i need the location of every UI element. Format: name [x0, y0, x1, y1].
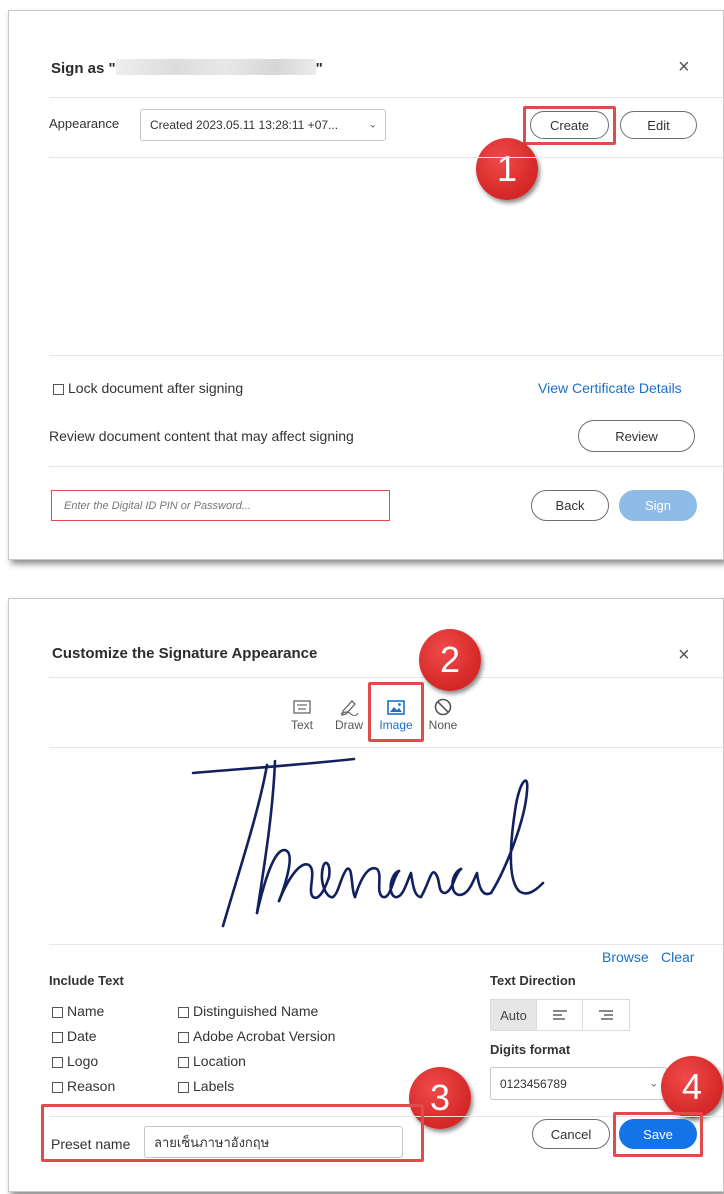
digits-format-heading: Digits format [490, 1042, 571, 1057]
divider [49, 944, 723, 945]
direction-auto-button[interactable]: Auto [491, 1000, 537, 1030]
include-name-checkbox[interactable]: Name [52, 1003, 104, 1019]
checkbox-label: Name [67, 1003, 105, 1019]
signature-image [179, 751, 549, 936]
include-reason-checkbox[interactable]: Reason [52, 1078, 115, 1094]
text-direction-heading: Text Direction [490, 973, 576, 988]
tab-text[interactable]: Text [282, 696, 322, 732]
include-text-heading: Include Text [49, 973, 124, 988]
include-acrobat-version-checkbox[interactable]: Adobe Acrobat Version [178, 1028, 335, 1044]
redacted-name [115, 59, 316, 75]
back-button[interactable]: Back [531, 490, 609, 521]
preset-name-input[interactable]: ลายเซ็นภาษาอังกฤษ [144, 1126, 403, 1158]
keyboard-icon [282, 696, 322, 718]
tab-none[interactable]: None [423, 696, 463, 732]
step-marker-2: 2 [419, 629, 481, 691]
text-direction-segmented: Auto [490, 999, 630, 1031]
appearance-select[interactable]: Created 2023.05.11 13:28:11 +07... ⌄ [140, 109, 386, 141]
include-distinguished-name-checkbox[interactable]: Distinguished Name [178, 1003, 318, 1019]
tab-label: None [428, 718, 458, 732]
title-prefix: Sign as " [51, 60, 116, 77]
tab-label: Text [290, 718, 313, 732]
step-marker-4: 4 [661, 1056, 723, 1118]
appearance-value: Created 2023.05.11 13:28:11 +07... [150, 118, 339, 132]
include-location-checkbox[interactable]: Location [178, 1053, 246, 1069]
sign-button[interactable]: Sign [619, 490, 697, 521]
chevron-down-icon: ⌄ [649, 1078, 658, 1089]
lock-checkbox-row[interactable]: Lock document after signing [53, 380, 243, 396]
tab-draw[interactable]: Draw [329, 696, 369, 732]
step-marker-1: 1 [476, 138, 538, 200]
customize-appearance-dialog: Customize the Signature Appearance × 2 T… [8, 598, 724, 1192]
include-logo-checkbox[interactable]: Logo [52, 1053, 98, 1069]
include-labels-checkbox[interactable]: Labels [178, 1078, 234, 1094]
checkbox-box[interactable] [52, 1081, 63, 1093]
checkbox-label: Reason [67, 1078, 116, 1094]
checkbox-box[interactable] [52, 1056, 63, 1068]
pen-icon [329, 696, 369, 718]
digits-format-select[interactable]: 0123456789 ⌄ [490, 1067, 667, 1100]
checkbox-label: Location [193, 1053, 246, 1069]
lock-checkbox[interactable] [53, 383, 64, 395]
checkbox-label: Date [67, 1028, 97, 1044]
step-marker-3: 3 [409, 1067, 471, 1129]
sign-dialog: Sign as " " × Appearance Created 2023.05.… [8, 10, 724, 560]
checkbox-label: Distinguished Name [193, 1003, 319, 1019]
create-button[interactable]: Create [530, 111, 609, 139]
checkbox-box[interactable] [178, 1056, 189, 1068]
appearance-label: Appearance [49, 116, 120, 131]
review-text: Review document content that may affect … [49, 428, 354, 444]
close-icon[interactable]: × [678, 57, 690, 77]
browse-link[interactable]: Browse [602, 949, 649, 965]
review-button[interactable]: Review [578, 420, 695, 452]
checkbox-box[interactable] [178, 1081, 189, 1093]
divider [49, 677, 723, 678]
view-certificate-link[interactable]: View Certificate Details [538, 380, 682, 396]
divider [49, 747, 723, 748]
chevron-down-icon: ⌄ [368, 119, 377, 131]
pin-input[interactable]: Enter the Digital ID PIN or Password... [51, 490, 390, 521]
checkbox-box[interactable] [52, 1031, 63, 1043]
checkbox-box[interactable] [52, 1006, 63, 1018]
checkbox-label: Logo [67, 1053, 99, 1069]
checkbox-label: Adobe Acrobat Version [193, 1028, 336, 1044]
align-right-icon[interactable] [583, 1000, 629, 1030]
divider [49, 466, 723, 467]
none-icon [423, 696, 463, 718]
cancel-button[interactable]: Cancel [532, 1119, 610, 1149]
checkbox-label: Labels [193, 1078, 235, 1094]
title-suffix: " [315, 60, 323, 77]
tab-image[interactable]: Image [376, 696, 416, 732]
checkbox-box[interactable] [178, 1006, 189, 1018]
clear-link[interactable]: Clear [661, 949, 694, 965]
divider [49, 157, 723, 158]
image-icon [376, 696, 416, 718]
tab-label: Image [379, 718, 413, 732]
edit-button[interactable]: Edit [620, 111, 697, 139]
digits-format-value: 0123456789 [500, 1076, 567, 1091]
checkbox-box[interactable] [178, 1031, 189, 1043]
divider [49, 355, 723, 356]
preset-name-label: Preset name [51, 1136, 131, 1152]
tab-label: Draw [334, 718, 363, 732]
divider [49, 97, 723, 98]
save-button[interactable]: Save [619, 1119, 697, 1149]
align-left-icon[interactable] [537, 1000, 583, 1030]
include-date-checkbox[interactable]: Date [52, 1028, 97, 1044]
close-icon[interactable]: × [678, 645, 690, 665]
lock-label: Lock document after signing [68, 380, 244, 396]
dialog-title: Sign as " " [51, 59, 323, 77]
dialog-title: Customize the Signature Appearance [52, 645, 318, 662]
divider [49, 1116, 723, 1117]
